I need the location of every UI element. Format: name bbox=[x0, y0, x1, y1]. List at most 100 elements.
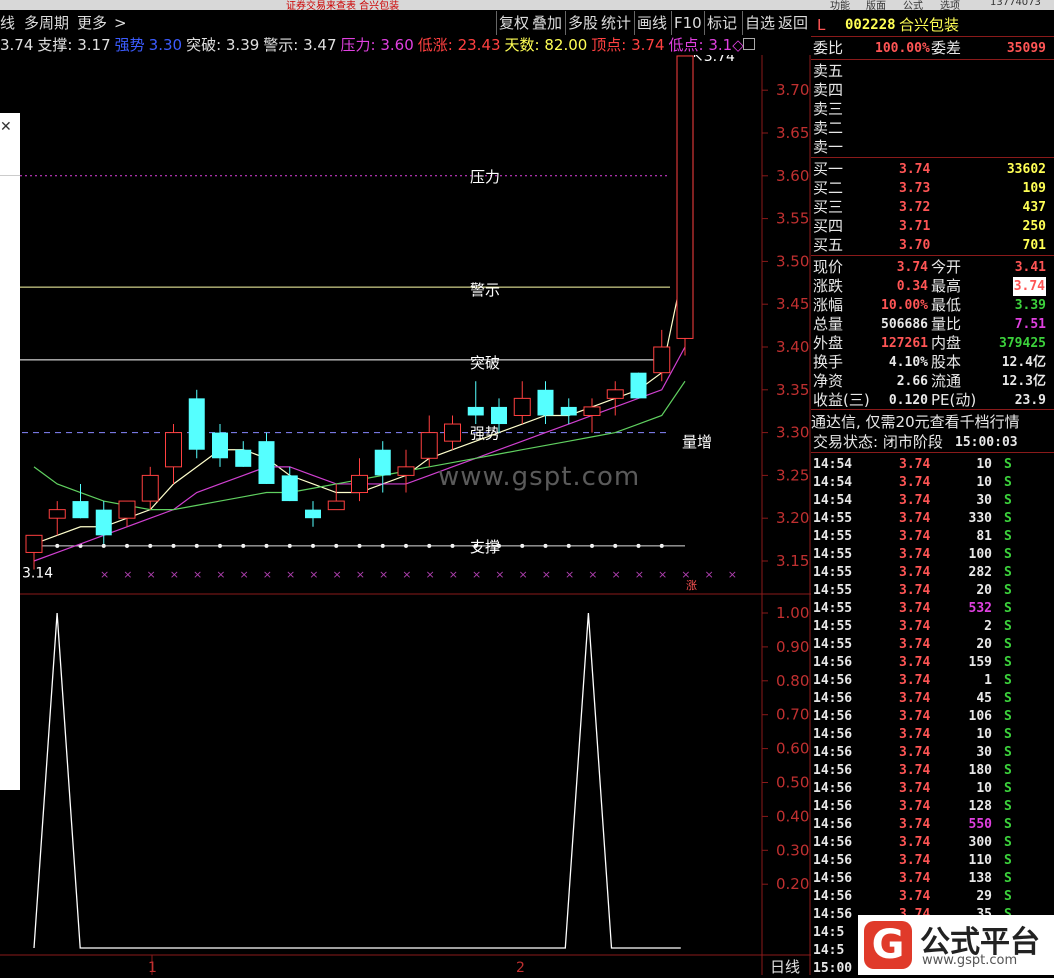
stat-label: 现价 bbox=[813, 258, 844, 276]
tick-volume: 282 bbox=[968, 565, 992, 580]
sell-row-2: 卖三 bbox=[811, 100, 1054, 119]
buy-row-1[interactable]: 买二 3.73 109 bbox=[811, 179, 1054, 198]
info-item-8: 天数: 82.00 bbox=[504, 36, 588, 54]
menu-watchlist[interactable]: 自选 bbox=[742, 11, 777, 35]
tick-price: 3.74 bbox=[899, 709, 931, 724]
tick-time: 14:56 bbox=[813, 799, 853, 814]
candle-body bbox=[537, 389, 554, 416]
tick-row: 14:56 3.74 300 S bbox=[811, 834, 1054, 852]
quote-panel: L 002228 合兴包装 委比 100.00% 委差 35099 卖五 卖四 卖三… bbox=[811, 12, 1054, 976]
tick-side: S bbox=[1004, 691, 1012, 706]
x-marker: × bbox=[542, 568, 551, 581]
x-marker: × bbox=[216, 568, 225, 581]
menu-multi-period[interactable]: 多周期 bbox=[24, 11, 69, 35]
price-axis-label: 3.30 bbox=[776, 424, 809, 442]
tick-row: 14:55 3.74 20 S bbox=[811, 636, 1054, 654]
period-label[interactable]: 日线 bbox=[770, 958, 800, 975]
price-axis-label: 3.70 bbox=[776, 81, 809, 99]
tick-price: 3.74 bbox=[899, 637, 931, 652]
buy-volume: 250 bbox=[1022, 219, 1046, 234]
menu-back[interactable]: 返回 bbox=[778, 11, 808, 35]
info-item-9: 顶点: 3.74 bbox=[591, 36, 665, 54]
stat-value: 12.4亿 bbox=[1001, 355, 1046, 370]
topbar-menu-3[interactable]: 选项 bbox=[940, 0, 960, 10]
buy-price: 3.71 bbox=[899, 219, 931, 234]
sub-axis-label: 0.80 bbox=[776, 672, 809, 690]
x-marker: × bbox=[379, 568, 388, 581]
buy-volume: 109 bbox=[1022, 181, 1046, 196]
tick-row: 14:55 3.74 2 S bbox=[811, 618, 1054, 636]
watermark: www.gspt.com bbox=[438, 462, 641, 492]
stock-name: 合兴包装 bbox=[899, 16, 960, 34]
sell-label: 卖三 bbox=[813, 100, 844, 118]
candle-body bbox=[374, 449, 391, 476]
candle-body bbox=[165, 432, 182, 468]
sub-axis-label: 1.00 bbox=[776, 604, 809, 622]
tick-price: 3.74 bbox=[899, 781, 931, 796]
promo-text[interactable]: 通达信, 仅需20元查看千档行情 bbox=[811, 413, 1054, 432]
candle-body bbox=[48, 509, 66, 519]
topbar-menu-2[interactable]: 公式 bbox=[903, 0, 923, 10]
close-icon[interactable]: ✕ bbox=[0, 119, 12, 135]
price-axis-label: 3.55 bbox=[776, 210, 809, 228]
tick-price: 3.74 bbox=[899, 493, 931, 508]
tick-time: 14:56 bbox=[813, 763, 853, 778]
tick-price: 3.74 bbox=[899, 799, 931, 814]
low-label: 3.14 bbox=[22, 566, 53, 582]
page-1[interactable]: 1 bbox=[148, 960, 157, 975]
menu-more-arrow-icon[interactable]: > bbox=[114, 11, 127, 35]
page-2[interactable]: 2 bbox=[516, 960, 525, 975]
buy-row-2[interactable]: 买三 3.72 437 bbox=[811, 198, 1054, 217]
top-label: ↖3.74 bbox=[692, 55, 735, 65]
trade-state-label: 交易状态: 闭市阶段 bbox=[813, 433, 943, 451]
tick-volume: 45 bbox=[976, 691, 992, 706]
tick-volume: 138 bbox=[968, 871, 992, 886]
menu-line[interactable]: 线 bbox=[0, 11, 15, 35]
tick-volume: 100 bbox=[968, 547, 992, 562]
candle-body bbox=[305, 509, 321, 519]
tick-price: 3.74 bbox=[899, 745, 931, 760]
tick-price: 3.74 bbox=[899, 727, 931, 742]
menu-mark[interactable]: 标记 bbox=[704, 11, 739, 35]
x-marker: × bbox=[495, 568, 504, 581]
buy-row-3[interactable]: 买四 3.71 250 bbox=[811, 217, 1054, 236]
stat-value: 3.39 bbox=[1014, 298, 1046, 313]
tick-time: 14:54 bbox=[813, 475, 853, 490]
topbar-menu-0[interactable]: 功能 bbox=[830, 0, 850, 10]
menu-f10[interactable]: F10 bbox=[671, 11, 704, 35]
menu-multi-stock[interactable]: 多股 bbox=[565, 11, 600, 35]
tick-time: 14:55 bbox=[813, 547, 853, 562]
buy-row-0[interactable]: 买一 3.74 33602 bbox=[811, 160, 1054, 179]
candle-body bbox=[212, 432, 228, 459]
stat-label: 总量 bbox=[813, 315, 844, 333]
tick-volume: 1 bbox=[984, 673, 992, 688]
menu-overlay[interactable]: 叠加 bbox=[532, 11, 562, 35]
tick-row: 14:55 3.74 81 S bbox=[811, 528, 1054, 546]
divider bbox=[811, 409, 1054, 410]
stat-value: 506686 bbox=[881, 317, 928, 332]
tick-time: 14:56 bbox=[813, 907, 853, 922]
divider bbox=[811, 36, 1054, 37]
buy-row-4[interactable]: 买五 3.70 701 bbox=[811, 236, 1054, 255]
expand-icon[interactable] bbox=[743, 38, 755, 50]
divider bbox=[811, 452, 1054, 453]
menu-stats[interactable]: 统计 bbox=[601, 11, 631, 35]
divider bbox=[811, 59, 1054, 60]
topbar-menu-1[interactable]: 版面 bbox=[866, 0, 886, 10]
tick-price: 3.74 bbox=[899, 583, 931, 598]
tick-volume: 81 bbox=[976, 529, 992, 544]
menu-fuquan[interactable]: 复权 bbox=[496, 11, 531, 35]
tick-side: S bbox=[1004, 835, 1012, 850]
stat-value: 0.34 bbox=[896, 279, 928, 294]
tick-time: 14:5 bbox=[813, 943, 845, 958]
tick-row: 14:55 3.74 100 S bbox=[811, 546, 1054, 564]
menu-more[interactable]: 更多 bbox=[77, 11, 107, 35]
x-marker: × bbox=[635, 568, 644, 581]
tick-time: 14:56 bbox=[813, 691, 853, 706]
menu-draw-line[interactable]: 画线 bbox=[634, 11, 669, 35]
info-item-6: 压力: 3.60 bbox=[340, 36, 414, 54]
tick-side: S bbox=[1004, 817, 1012, 832]
tick-volume: 550 bbox=[968, 817, 992, 832]
tick-time: 14:55 bbox=[813, 529, 853, 544]
stat-value: 12.3亿 bbox=[1001, 374, 1046, 389]
